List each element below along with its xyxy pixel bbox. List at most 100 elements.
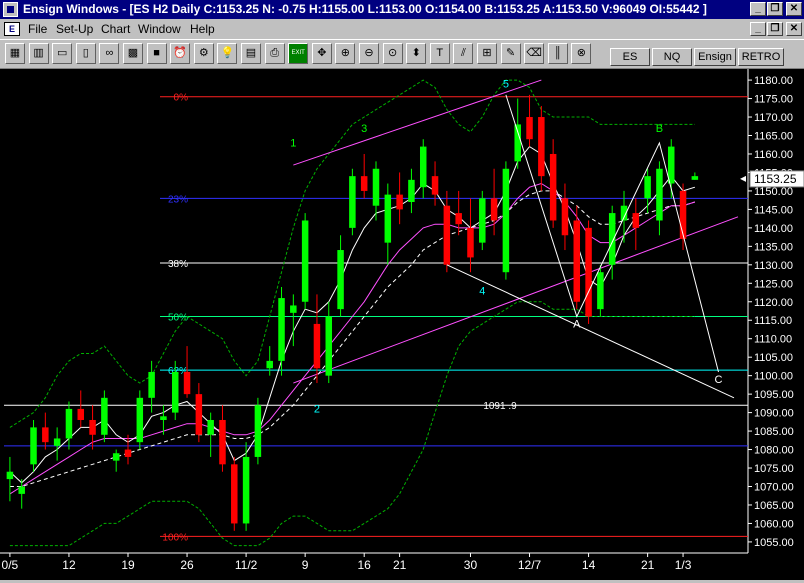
candle-body <box>679 190 687 239</box>
candle <box>112 449 120 472</box>
candle-body <box>171 371 179 413</box>
tab-retro[interactable]: RETRO <box>738 48 784 66</box>
candle-body <box>396 194 403 210</box>
lightbulb-icon[interactable]: 💡 <box>217 43 238 64</box>
price-axis-label: 1075.00 <box>754 463 794 475</box>
time-axis-label: 0/5 <box>2 558 19 572</box>
chart-bars-icon[interactable]: ▥ <box>28 43 49 64</box>
price-axis-label: 1110.00 <box>754 334 792 346</box>
candle <box>325 301 333 384</box>
price-axis-label: 1085.00 <box>754 426 794 438</box>
price-axis-label: 1175.00 <box>754 94 793 106</box>
wave-label: C <box>714 374 722 386</box>
candle <box>396 172 403 225</box>
time-axis-label: 21 <box>393 558 407 572</box>
zoom-in-icon[interactable]: ⊕ <box>335 43 356 64</box>
glasses-icon[interactable]: ∞ <box>99 43 120 64</box>
doc-minimize-button[interactable]: _ <box>750 22 766 36</box>
time-axis-label: 9 <box>302 558 309 572</box>
pencil-icon[interactable]: ✎ <box>500 43 521 64</box>
menu-chart[interactable]: Chart <box>101 22 130 36</box>
minimize-button[interactable]: _ <box>750 2 766 16</box>
candle <box>408 168 415 214</box>
bollinger-lower-band <box>9 301 695 547</box>
candle-body <box>538 117 545 177</box>
candle <box>372 161 380 221</box>
fib-level-label: 50% <box>168 313 188 324</box>
diamond-arrow-icon[interactable]: ⬍ <box>406 43 427 64</box>
candle <box>585 220 592 324</box>
price-chart[interactable]: 0%23%38%50%62%100%1091 .912345ABC1055.00… <box>0 69 804 580</box>
document-icon[interactable]: E <box>4 22 20 36</box>
title-bar[interactable]: Ensign Windows - [ES H2 Daily C:1153.25 … <box>0 0 804 19</box>
menu-window[interactable]: Window <box>138 22 181 36</box>
candle-body <box>526 117 533 140</box>
bollinger-upper-band <box>9 79 695 428</box>
text-tool-icon[interactable]: T <box>429 43 450 64</box>
green-box-icon[interactable]: ■ <box>146 43 167 64</box>
printer-icon[interactable]: ⎙ <box>264 43 285 64</box>
restore-button[interactable]: ❐ <box>767 2 783 16</box>
price-axis-label: 1080.00 <box>754 445 794 457</box>
fibonacci-icon[interactable]: ⫽ <box>453 43 474 64</box>
tab-ensign[interactable]: Ensign <box>694 48 736 66</box>
time-axis-label: 12 <box>62 558 76 572</box>
grid-tool-icon[interactable]: ⊞ <box>477 43 497 64</box>
target-icon[interactable]: ⊗ <box>571 43 592 64</box>
bars-tool-icon[interactable]: ║ <box>547 43 568 64</box>
candle <box>42 412 49 450</box>
candle <box>360 153 368 199</box>
candle-body <box>467 227 474 258</box>
candle <box>53 427 61 461</box>
alarm-icon[interactable]: ⏰ <box>170 43 191 64</box>
price-axis-label: 1060.00 <box>754 518 794 530</box>
price-axis-label: 1105.00 <box>754 352 793 364</box>
candle <box>479 190 486 251</box>
time-axis-label: 30 <box>464 558 478 572</box>
zoom-out-icon[interactable]: ⊖ <box>359 43 379 64</box>
candle <box>419 139 427 199</box>
channel-lower-line <box>293 216 739 384</box>
candle <box>349 168 356 236</box>
wave-label: 1 <box>290 138 296 150</box>
move-icon[interactable]: ✥ <box>311 43 332 64</box>
close-button[interactable]: ✕ <box>786 2 802 16</box>
candle-body <box>443 205 451 265</box>
tab-es[interactable]: ES <box>610 48 650 66</box>
price-axis-label: 1095.00 <box>754 389 794 401</box>
candle-body <box>408 179 415 203</box>
chart-area[interactable]: 0% 23% 38% 50% 62% 100% 1091 .9 1 2 3 4 5 A B C 1055.00… <box>0 69 804 580</box>
window-icon[interactable]: ▭ <box>52 43 73 64</box>
candle <box>65 401 73 450</box>
menu-help[interactable]: Help <box>190 22 215 36</box>
gear-icon[interactable]: ⚙ <box>193 43 214 64</box>
menu-file[interactable]: File <box>28 22 47 36</box>
candle <box>514 98 521 169</box>
page-icon[interactable]: ▯ <box>75 43 96 64</box>
zoom-fit-icon[interactable]: ⊙ <box>382 43 403 64</box>
eraser-icon[interactable]: ⌫ <box>524 43 545 64</box>
candle-body <box>124 449 132 457</box>
tab-nq[interactable]: NQ <box>652 48 692 66</box>
candle-body <box>561 198 569 236</box>
menu-setup[interactable]: Set-Up <box>56 22 93 36</box>
candle-body <box>65 408 73 439</box>
candle-body <box>455 213 462 225</box>
app-icon[interactable] <box>3 2 18 17</box>
candle-body <box>219 419 226 465</box>
price-axis-label: 1130.00 <box>754 260 793 272</box>
price-axis-label: 1145.00 <box>754 204 793 216</box>
calculator-icon[interactable]: ▤ <box>241 43 261 64</box>
exit-icon[interactable]: EXIT <box>288 43 309 64</box>
candle <box>526 94 533 147</box>
candle <box>691 172 699 180</box>
blocks-icon[interactable]: ▩ <box>123 43 143 64</box>
chart-grid-icon[interactable]: ▦ <box>5 43 25 64</box>
candle <box>443 190 451 273</box>
candle-body <box>301 220 309 302</box>
candle-body <box>18 486 25 494</box>
candle <box>644 168 651 214</box>
doc-restore-button[interactable]: ❐ <box>767 22 783 36</box>
doc-close-button[interactable]: ✕ <box>786 22 802 36</box>
candle-body <box>89 419 96 435</box>
